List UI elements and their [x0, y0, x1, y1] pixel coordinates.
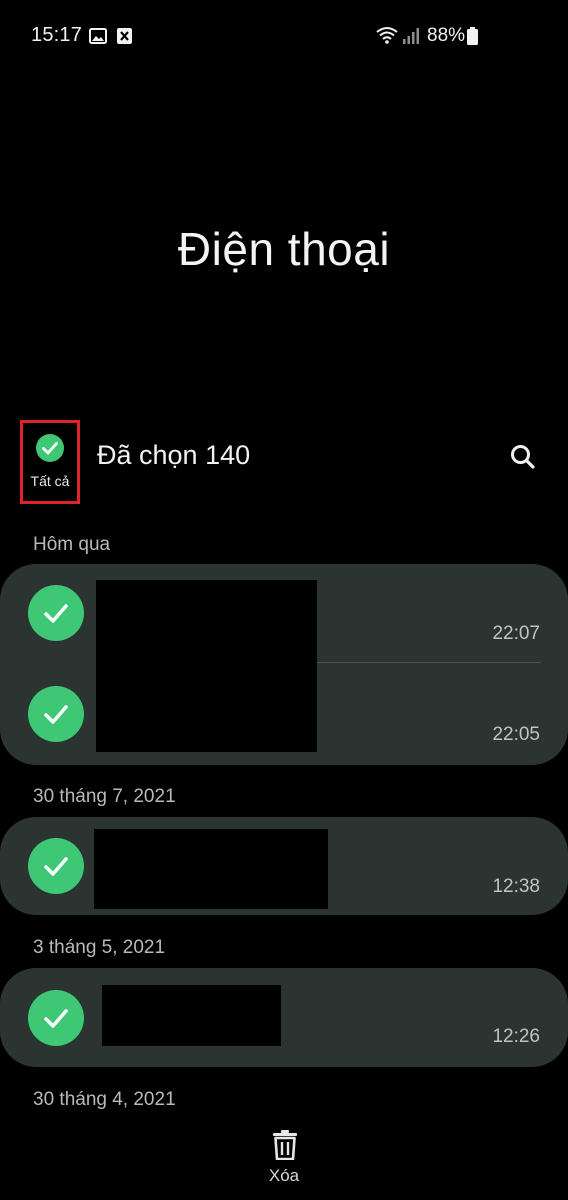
group-date-header: 30 tháng 4, 2021 [33, 1089, 176, 1110]
app-title: Điện thoại [177, 223, 391, 275]
call-log-row[interactable]: 12:38 [0, 817, 568, 915]
group-date-header: Hôm qua [33, 534, 111, 555]
image-icon [89, 28, 107, 49]
wifi-icon [376, 26, 398, 49]
group-date-header: 30 tháng 7, 2021 [33, 786, 176, 807]
call-time: 22:05 [492, 724, 540, 745]
group-date-header: 3 tháng 5, 2021 [33, 937, 166, 958]
call-time: 12:38 [492, 876, 540, 897]
delete-label: Xóa [268, 1166, 300, 1185]
call-log-row[interactable]: 12:26 [0, 968, 568, 1067]
call-time: 12:26 [492, 1026, 540, 1047]
search-icon [506, 445, 540, 478]
battery-percentage: 88% [427, 25, 466, 46]
select-all-checkbox[interactable]: Tất cả [20, 420, 80, 504]
check-circle-icon[interactable] [28, 990, 84, 1046]
check-circle-icon[interactable] [28, 686, 84, 742]
select-all-label: Tất cả [30, 473, 70, 489]
delete-button[interactable]: Xóa [248, 1126, 320, 1192]
redacted-contact-info [94, 829, 328, 909]
check-circle-icon[interactable] [28, 838, 84, 894]
trash-icon [272, 1130, 298, 1161]
check-circle-icon[interactable] [28, 585, 84, 641]
search-button[interactable] [506, 440, 540, 474]
redacted-contact-info [102, 985, 281, 1046]
selected-count: Đã chọn 140 [97, 440, 251, 470]
call-time: 22:07 [492, 623, 540, 644]
check-circle-icon [36, 434, 64, 462]
status-bar: 15:17 88% [0, 0, 568, 72]
row-divider [317, 662, 541, 663]
battery-icon [467, 27, 478, 50]
status-time: 15:17 [31, 24, 83, 46]
redacted-contact-info [96, 580, 317, 752]
signal-icon [402, 27, 420, 49]
blocked-notification-icon [117, 28, 132, 49]
